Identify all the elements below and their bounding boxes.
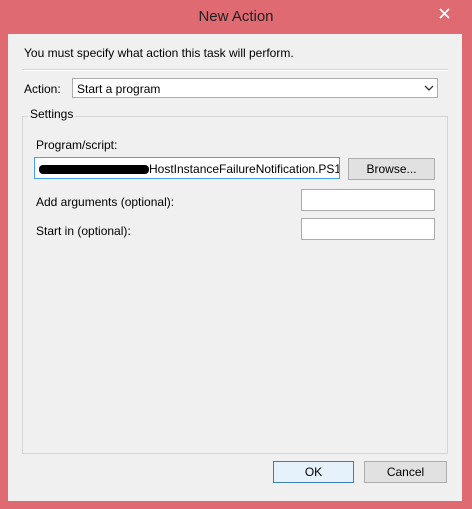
action-dropdown[interactable]: Start a program [72,78,438,98]
action-label: Action: [24,82,61,96]
title-bar[interactable]: New Action [0,0,472,34]
settings-group-title: Settings [28,107,76,121]
separator [22,69,448,71]
close-icon [438,7,450,19]
program-script-label: Program/script: [36,138,118,152]
program-script-input[interactable]: HostInstanceFailureNotification.PS1 [34,157,340,179]
close-button[interactable] [431,2,457,24]
cancel-button[interactable]: Cancel [364,461,447,483]
chevron-down-icon [424,85,434,91]
dialog-frame: New Action You must specify what action … [0,0,472,509]
arguments-input[interactable] [301,189,435,211]
dialog-body: You must specify what action this task w… [8,34,462,501]
ok-button[interactable]: OK [273,461,354,483]
browse-button[interactable]: Browse... [348,158,435,180]
description-text: You must specify what action this task w… [24,46,294,60]
program-script-value: HostInstanceFailureNotification.PS1 [149,162,340,176]
start-in-input[interactable] [301,218,435,240]
window-title: New Action [198,8,274,25]
start-in-label: Start in (optional): [36,224,131,238]
action-dropdown-value: Start a program [77,82,161,96]
arguments-label: Add arguments (optional): [36,195,175,209]
redaction-mark [39,165,149,174]
